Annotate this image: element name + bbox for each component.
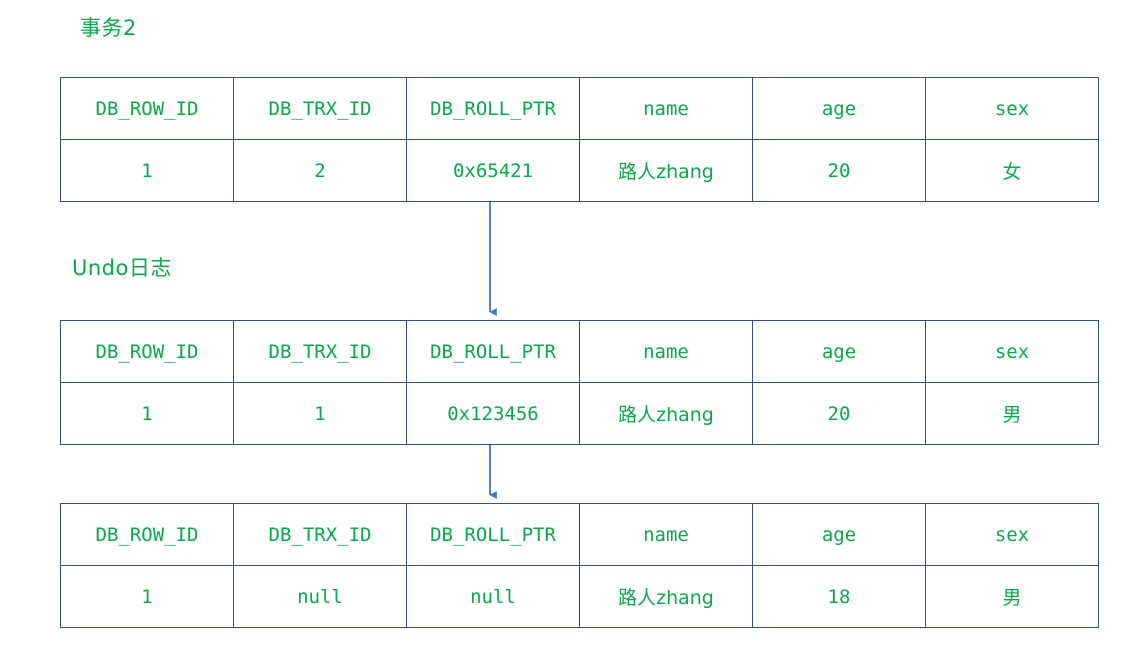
- cell-sex: 女: [925, 139, 1099, 202]
- table-header-row: DB_ROW_ID DB_TRX_ID DB_ROLL_PTR name age…: [60, 320, 1099, 383]
- cell-sex: 男: [925, 565, 1099, 628]
- column-header-db-trx-id: DB_TRX_ID: [233, 503, 407, 566]
- transaction-title: 事务2: [80, 16, 137, 40]
- cell-name: 路人zhang: [579, 139, 753, 202]
- column-header-db-roll-ptr: DB_ROLL_PTR: [406, 77, 580, 140]
- cell-db-trx-id: 1: [233, 382, 407, 445]
- column-header-age: age: [752, 77, 926, 140]
- cell-db-row-id: 1: [60, 139, 234, 202]
- column-header-db-row-id: DB_ROW_ID: [60, 503, 234, 566]
- cell-age: 20: [752, 382, 926, 445]
- cell-age: 20: [752, 139, 926, 202]
- cell-db-trx-id: 2: [233, 139, 407, 202]
- cell-db-row-id: 1: [60, 565, 234, 628]
- column-header-db-row-id: DB_ROW_ID: [60, 320, 234, 383]
- column-header-db-trx-id: DB_TRX_ID: [233, 77, 407, 140]
- column-header-name: name: [579, 320, 753, 383]
- cell-db-row-id: 1: [60, 382, 234, 445]
- column-header-sex: sex: [925, 77, 1099, 140]
- cell-db-trx-id: null: [233, 565, 407, 628]
- diagram-canvas: 事务2 Undo日志 DB_ROW_ID DB_TRX_ID DB_ROLL_P…: [0, 0, 1145, 657]
- column-header-name: name: [579, 77, 753, 140]
- cell-db-roll-ptr: null: [406, 565, 580, 628]
- table-header-row: DB_ROW_ID DB_TRX_ID DB_ROLL_PTR name age…: [60, 503, 1099, 566]
- table-undo-log-version-2: DB_ROW_ID DB_TRX_ID DB_ROLL_PTR name age…: [60, 503, 1099, 628]
- cell-name: 路人zhang: [579, 382, 753, 445]
- column-header-sex: sex: [925, 503, 1099, 566]
- column-header-name: name: [579, 503, 753, 566]
- table-row: 1 2 0x65421 路人zhang 20 女: [60, 139, 1099, 202]
- column-header-db-roll-ptr: DB_ROLL_PTR: [406, 320, 580, 383]
- table-header-row: DB_ROW_ID DB_TRX_ID DB_ROLL_PTR name age…: [60, 77, 1099, 140]
- undo-log-label: Undo日志: [72, 256, 172, 280]
- table-row: 1 null null 路人zhang 18 男: [60, 565, 1099, 628]
- table-current-row-version: DB_ROW_ID DB_TRX_ID DB_ROLL_PTR name age…: [60, 77, 1099, 202]
- column-header-db-roll-ptr: DB_ROLL_PTR: [406, 503, 580, 566]
- cell-db-roll-ptr: 0x65421: [406, 139, 580, 202]
- column-header-age: age: [752, 320, 926, 383]
- cell-db-roll-ptr: 0x123456: [406, 382, 580, 445]
- column-header-sex: sex: [925, 320, 1099, 383]
- cell-sex: 男: [925, 382, 1099, 445]
- table-row: 1 1 0x123456 路人zhang 20 男: [60, 382, 1099, 445]
- column-header-db-row-id: DB_ROW_ID: [60, 77, 234, 140]
- table-undo-log-version-1: DB_ROW_ID DB_TRX_ID DB_ROLL_PTR name age…: [60, 320, 1099, 445]
- cell-age: 18: [752, 565, 926, 628]
- cell-name: 路人zhang: [579, 565, 753, 628]
- column-header-db-trx-id: DB_TRX_ID: [233, 320, 407, 383]
- column-header-age: age: [752, 503, 926, 566]
